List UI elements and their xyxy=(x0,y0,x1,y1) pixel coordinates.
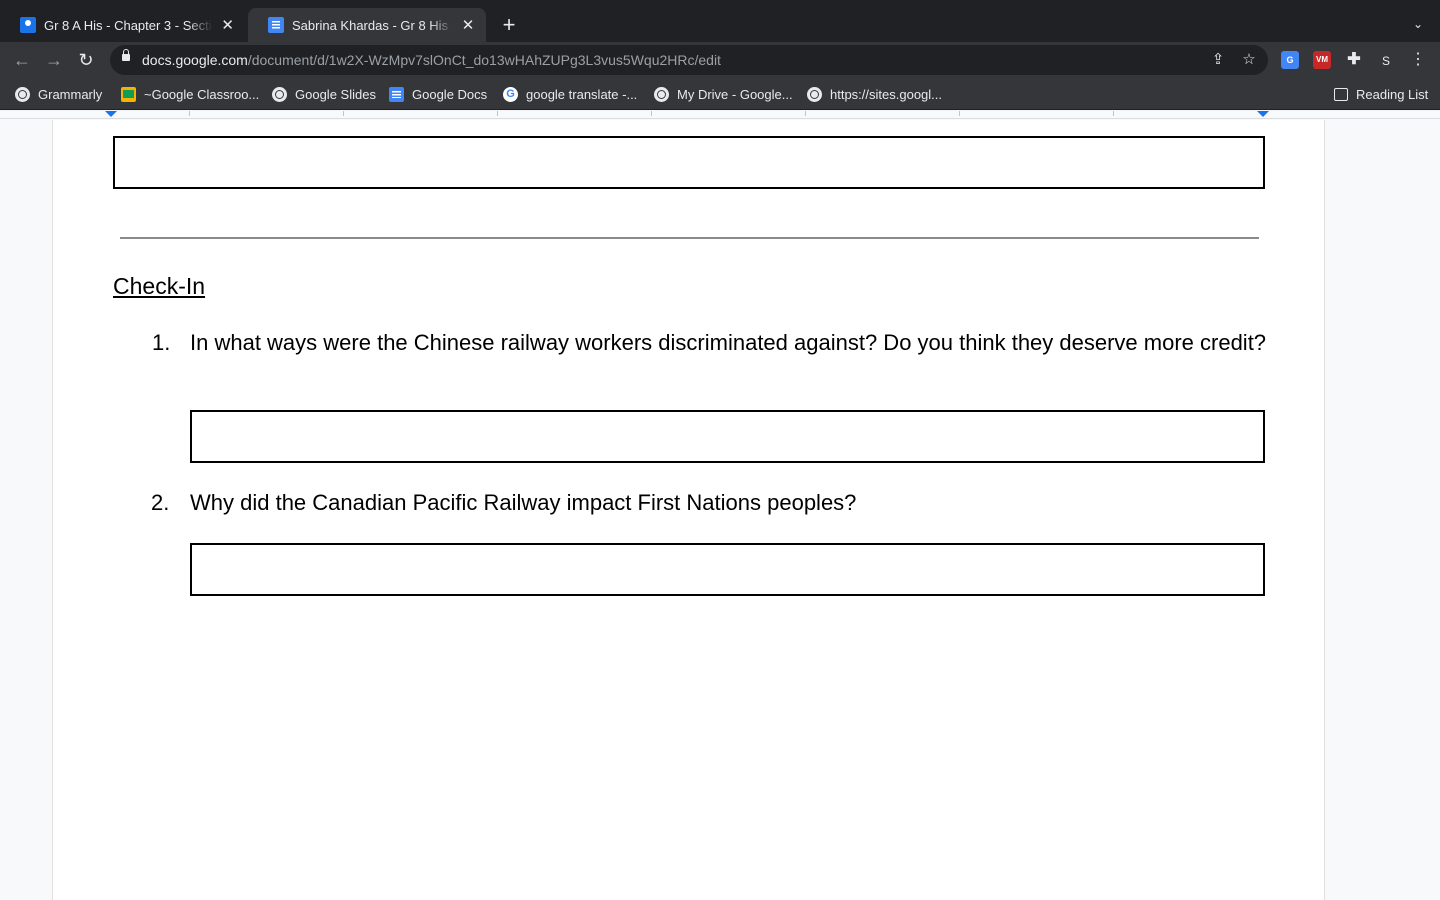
ruler-tick xyxy=(343,111,344,116)
reading-list-button[interactable]: Reading List xyxy=(1334,84,1428,104)
lock-icon xyxy=(122,49,130,61)
bookmarks-bar: Grammarly ~Google Classroo... Google Sli… xyxy=(0,78,1440,110)
extensions-icon[interactable]: ✚ xyxy=(1345,51,1363,69)
reload-button[interactable]: ↻ xyxy=(72,46,100,74)
question-number: 1. xyxy=(152,330,171,355)
globe-icon xyxy=(654,86,669,102)
profile-avatar[interactable]: S xyxy=(1376,51,1396,71)
more-menu-icon[interactable]: ⋮ xyxy=(1408,50,1428,70)
classroom-icon xyxy=(121,86,136,102)
docs-icon xyxy=(268,17,284,33)
bookmark-google-docs[interactable]: Google Docs xyxy=(389,84,487,104)
browser-toolbar: ← → ↻ docs.google.com/document/d/1w2X-Wz… xyxy=(0,42,1440,78)
chevron-down-icon[interactable]: ⌄ xyxy=(1408,14,1428,34)
bookmark-grammarly[interactable]: Grammarly xyxy=(15,84,102,104)
left-indent-marker[interactable] xyxy=(104,111,118,117)
tab-strip: Gr 8 A His - Chapter 3 - Section ✕ Sabri… xyxy=(0,0,1440,42)
globe-icon xyxy=(807,86,822,102)
section-heading: Check-In xyxy=(113,273,206,299)
tab-docs[interactable]: Sabrina Khardas - Gr 8 His - Ch ✕ xyxy=(248,8,486,42)
vm-extension-icon[interactable]: VM xyxy=(1313,51,1331,69)
docs-icon xyxy=(389,86,404,102)
address-bar[interactable]: docs.google.com/document/d/1w2X-WzMpv7sl… xyxy=(110,45,1268,75)
horizontal-rule xyxy=(120,237,1259,239)
document-canvas[interactable]: Check-In 1. In what ways were the Chines… xyxy=(0,111,1440,900)
ruler-tick xyxy=(189,111,190,116)
ruler-tick xyxy=(651,111,652,116)
close-icon[interactable]: ✕ xyxy=(460,16,476,34)
bookmark-google-translate[interactable]: google translate -... xyxy=(503,84,637,104)
right-indent-marker[interactable] xyxy=(1256,111,1270,117)
share-icon[interactable]: ⇪ xyxy=(1208,50,1228,70)
question-number: 2. xyxy=(151,490,170,515)
question-text: In what ways were the Chinese railway wo… xyxy=(190,330,1267,355)
ruler[interactable] xyxy=(0,111,1440,119)
close-icon[interactable]: ✕ xyxy=(219,16,236,34)
answer-box-question-2[interactable] xyxy=(190,543,1265,596)
forward-button[interactable]: → xyxy=(40,46,68,74)
answer-box-question-1[interactable] xyxy=(190,410,1265,463)
url-text[interactable]: docs.google.com/document/d/1w2X-WzMpv7sl… xyxy=(142,45,721,75)
bookmark-my-drive[interactable]: My Drive - Google... xyxy=(654,84,793,104)
document-page[interactable]: Check-In 1. In what ways were the Chines… xyxy=(52,120,1325,900)
google-translate-extension-icon[interactable]: G xyxy=(1281,51,1299,69)
ruler-tick xyxy=(805,111,806,116)
bookmark-google-sites[interactable]: https://sites.googl... xyxy=(807,84,942,104)
globe-icon xyxy=(15,86,30,102)
reading-list-icon xyxy=(1334,87,1348,101)
tab-classroom[interactable]: Gr 8 A His - Chapter 3 - Section ✕ xyxy=(0,8,246,42)
answer-box-previous[interactable] xyxy=(113,136,1265,189)
star-icon[interactable]: ☆ xyxy=(1239,50,1259,70)
tab-title: Sabrina Khardas - Gr 8 His - Ch xyxy=(292,17,454,33)
ruler-tick xyxy=(959,111,960,116)
back-button[interactable]: ← xyxy=(8,46,36,74)
bookmark-google-classroom[interactable]: ~Google Classroo... xyxy=(121,84,259,104)
bookmark-google-slides[interactable]: Google Slides xyxy=(272,84,376,104)
ruler-tick xyxy=(497,111,498,116)
google-icon xyxy=(503,86,518,102)
ruler-tick xyxy=(1113,111,1114,116)
globe-icon xyxy=(272,86,287,102)
classroom-icon xyxy=(20,17,36,33)
tab-title: Gr 8 A His - Chapter 3 - Section xyxy=(44,17,214,33)
new-tab-button[interactable]: + xyxy=(497,13,521,37)
question-text: Why did the Canadian Pacific Railway imp… xyxy=(190,490,857,515)
